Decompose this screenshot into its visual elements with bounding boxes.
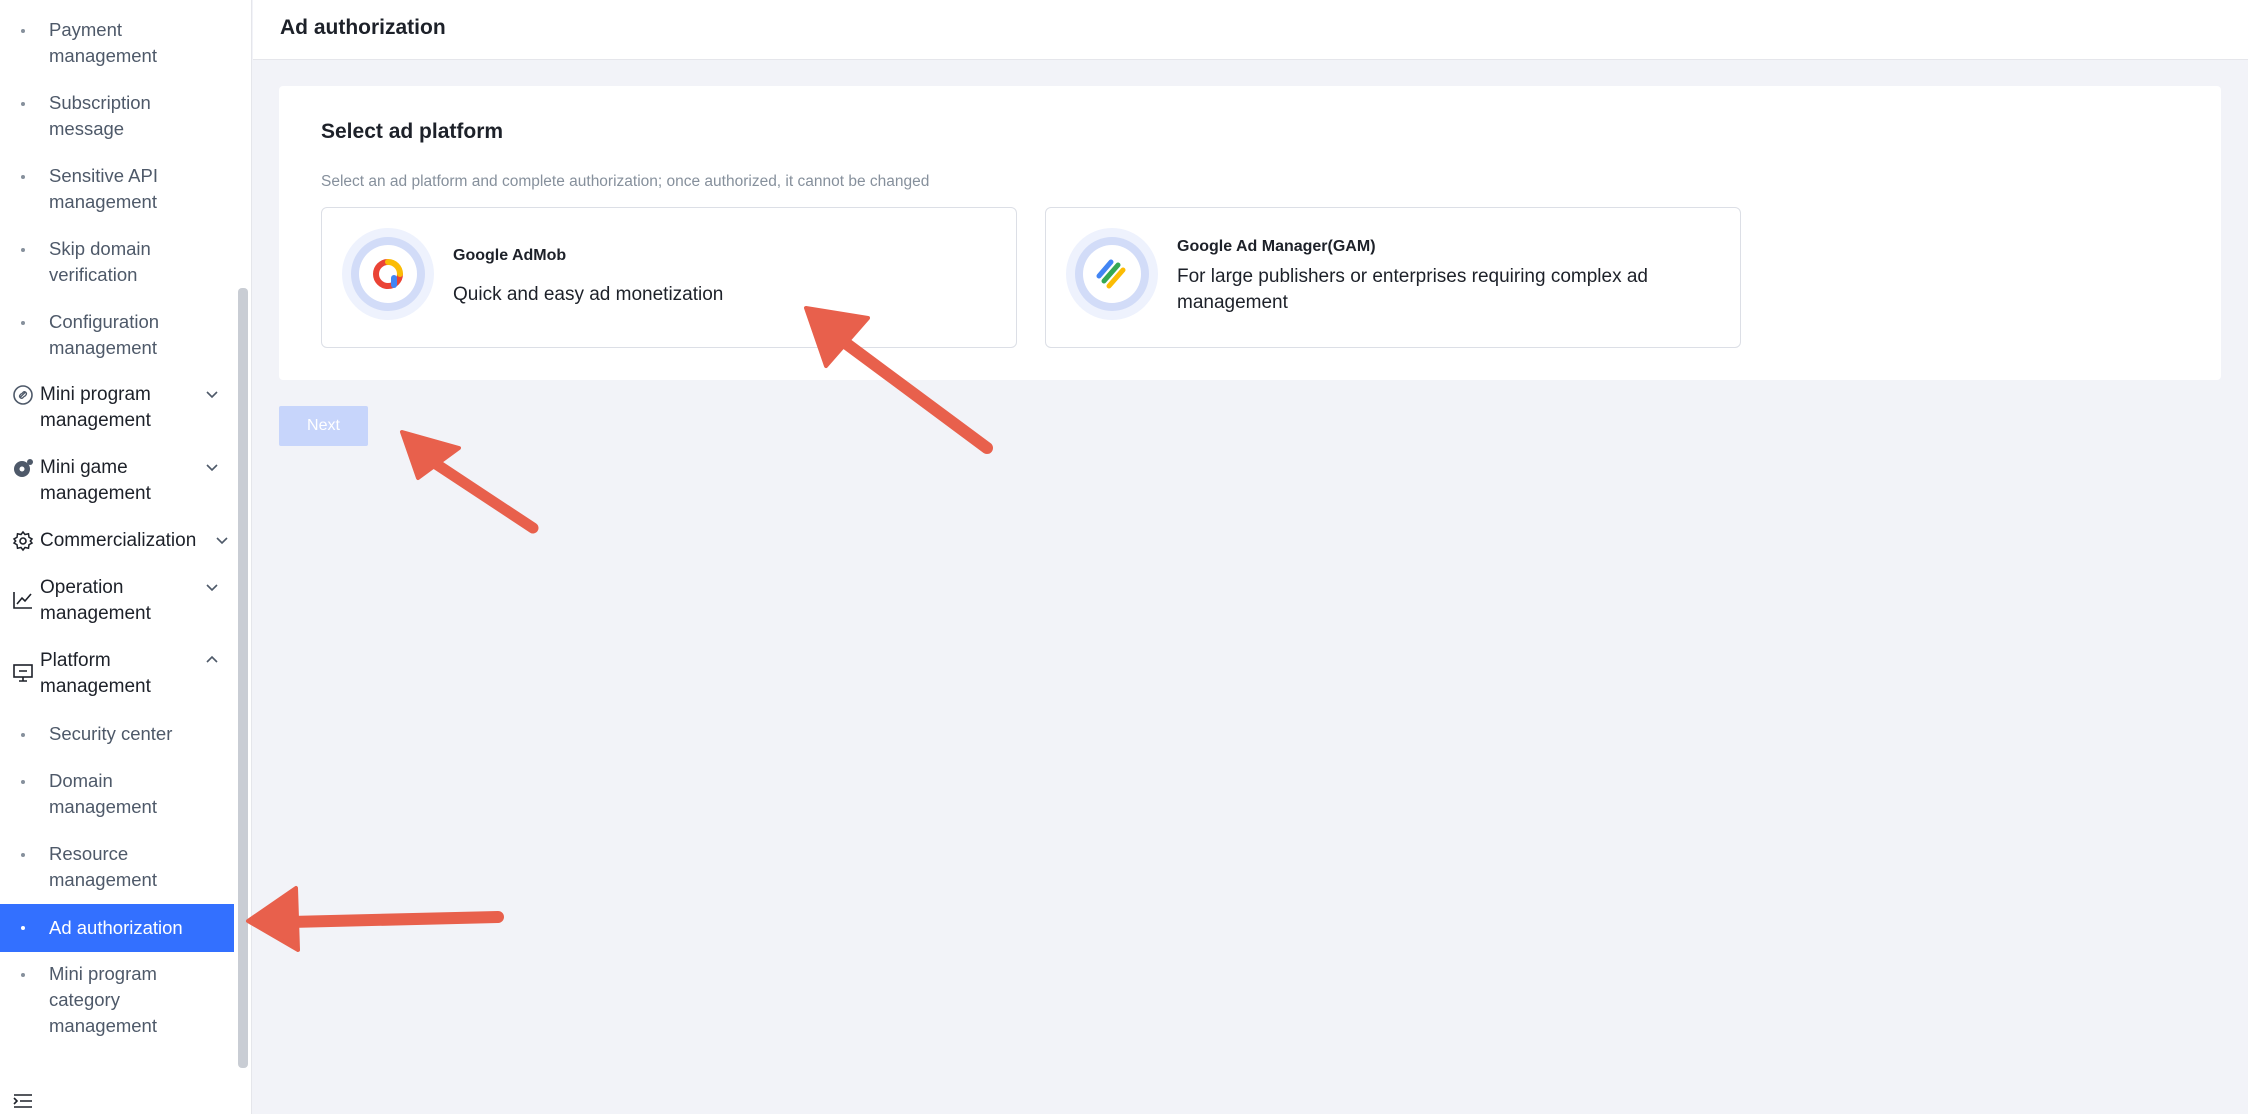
sidebar-item-subscription-message[interactable]: Subscription message <box>0 90 234 142</box>
sidebar-item-security-center[interactable]: Security center <box>0 721 234 747</box>
sidebar-group-mini-program-management[interactable]: Mini program management <box>0 382 220 434</box>
section-description: Select an ad platform and complete autho… <box>321 173 930 190</box>
sidebar-group-label: Commercialization <box>40 530 197 551</box>
bullet-dot <box>21 248 25 252</box>
sidebar-item-label: Configuration management <box>49 311 160 358</box>
sidebar-item-configuration-management[interactable]: Configuration management <box>0 309 234 361</box>
sidebar-group-label: Mini game management <box>40 457 151 504</box>
sidebar: Payment management Subscription message … <box>0 0 252 1114</box>
page-header: Ad authorization <box>253 0 2248 60</box>
admob-logo-icon <box>342 228 434 320</box>
chevron-down-icon <box>206 391 218 399</box>
sidebar-group-commercialization[interactable]: Commercialization <box>0 528 230 554</box>
sidebar-item-label: Skip domain verification <box>49 238 151 285</box>
bullet-dot <box>21 29 25 33</box>
sidebar-group-mini-game-management[interactable]: Mini game management <box>0 455 220 507</box>
annotation-arrow-next <box>424 454 539 534</box>
sidebar-scrollbar[interactable] <box>238 288 248 1068</box>
sidebar-item-domain-management[interactable]: Domain management <box>0 768 234 820</box>
sidebar-item-sensitive-api-management[interactable]: Sensitive API management <box>0 163 234 215</box>
sidebar-item-label: Ad authorization <box>49 917 183 938</box>
platform-description: Quick and easy ad monetization <box>453 284 724 305</box>
chevron-up-icon <box>206 655 218 663</box>
annotation-arrow-sidebar <box>284 911 504 928</box>
sidebar-item-payment-management[interactable]: Payment management <box>0 17 234 69</box>
trend-chart-icon <box>13 592 32 609</box>
page-title: Ad authorization <box>280 16 446 39</box>
sidebar-group-label: Platform management <box>40 650 151 697</box>
ad-platform-panel: Select ad platform Select an ad platform… <box>279 86 2221 380</box>
sidebar-item-label: Resource management <box>49 843 157 890</box>
sidebar-group-label: Operation management <box>40 577 151 624</box>
bullet-dot <box>21 175 25 179</box>
annotation-arrowhead <box>400 430 461 480</box>
bullet-dot <box>21 321 25 325</box>
bullet-dot <box>21 926 25 930</box>
annotation-arrowhead <box>246 886 300 952</box>
bullet-dot <box>21 780 25 784</box>
sidebar-item-label: Mini program category management <box>49 963 157 1036</box>
sidebar-item-label: Domain management <box>49 770 157 817</box>
platform-card-gam[interactable]: Google Ad Manager(GAM) For large publish… <box>1045 207 1741 348</box>
next-button[interactable]: Next <box>279 406 368 446</box>
sidebar-item-ad-authorization[interactable]: Ad authorization <box>0 904 234 952</box>
menu-collapse-icon[interactable] <box>12 1092 34 1110</box>
sidebar-item-label: Security center <box>49 723 173 744</box>
chevron-down-icon <box>216 537 228 545</box>
gam-logo-icon <box>1066 228 1158 320</box>
sidebar-item-label: Payment management <box>49 19 157 66</box>
platform-name: Google AdMob <box>453 247 567 264</box>
platform-name: Google Ad Manager(GAM) <box>1177 238 1376 255</box>
section-title: Select ad platform <box>321 120 504 143</box>
bullet-dot <box>21 733 25 737</box>
sidebar-group-operation-management[interactable]: Operation management <box>0 575 220 627</box>
gear-icon <box>12 530 34 552</box>
sidebar-item-skip-domain-verification[interactable]: Skip domain verification <box>0 236 234 288</box>
platform-card-admob[interactable]: Google AdMob Quick and easy ad monetizat… <box>321 207 1017 348</box>
link-icon <box>13 385 33 405</box>
bullet-dot <box>21 853 25 857</box>
monitor-icon <box>13 664 33 682</box>
sidebar-item-mini-program-category-management[interactable]: Mini program category management <box>0 961 234 1039</box>
bullet-dot <box>21 102 25 106</box>
sidebar-item-label: Subscription message <box>49 92 151 139</box>
chevron-down-icon <box>206 464 218 472</box>
platform-description: For large publishers or enterprises requ… <box>1177 266 1649 313</box>
bullet-dot <box>21 973 25 977</box>
sidebar-item-resource-management[interactable]: Resource management <box>0 841 234 893</box>
sidebar-group-label: Mini program management <box>40 384 151 431</box>
game-controller-icon <box>14 459 33 477</box>
sidebar-group-platform-management[interactable]: Platform management <box>0 648 220 700</box>
sidebar-item-label: Sensitive API management <box>49 165 159 212</box>
chevron-down-icon <box>206 584 218 592</box>
